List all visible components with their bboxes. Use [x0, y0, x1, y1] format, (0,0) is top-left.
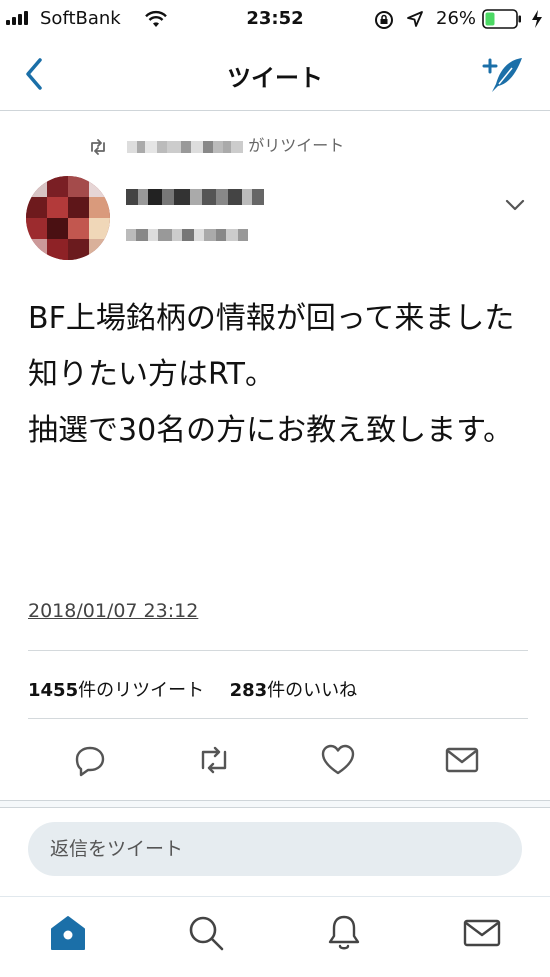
status-bar: SoftBank 23:52 26% [0, 0, 550, 40]
tweet-timestamp[interactable]: 2018/01/07 23:12 [28, 600, 198, 622]
retweet-banner-label: がリツイート [248, 136, 345, 155]
reply-icon [75, 746, 105, 777]
compose-feather-icon [482, 58, 522, 92]
retweets-count: 1455 [28, 680, 79, 701]
tweet-line: 抽選で30名の方にお教え致します。 [28, 413, 514, 448]
direct-message-button[interactable] [442, 740, 482, 780]
charging-bolt-icon [532, 10, 542, 28]
home-icon [51, 916, 85, 950]
tweet-text: BF上場銘柄の情報が回って来ました 知りたい方はRT。 抽選で30名の方にお教え… [28, 298, 522, 466]
chevron-down-icon [505, 199, 525, 211]
rotation-lock-icon [375, 11, 393, 29]
retweeted-by-banner: がリツイート [88, 132, 344, 156]
divider [28, 718, 528, 719]
retweets-label: 件のリツイート [78, 680, 205, 701]
divider [28, 650, 528, 651]
engagement-stats: 1455件のリツイート 283件のいいね [28, 676, 357, 702]
section-separator [0, 800, 550, 808]
search-icon [189, 916, 224, 951]
user-handle-pixelated [126, 224, 248, 243]
likes-count: 283 [229, 680, 268, 701]
battery-percent: 26% [436, 8, 477, 29]
retweet-button[interactable] [194, 740, 234, 780]
reply-button[interactable] [70, 740, 110, 780]
tab-search[interactable] [184, 911, 228, 955]
tweet-options-button[interactable] [502, 196, 528, 214]
envelope-icon [463, 919, 501, 947]
retweeter-name-pixelated [127, 136, 248, 155]
pixelated-avatar-image [26, 176, 110, 260]
page-title: ツイート [227, 64, 323, 92]
tweet-line: 知りたい方はRT。 [28, 357, 275, 392]
heart-icon [321, 744, 355, 775]
bell-icon [328, 915, 360, 950]
like-button[interactable] [318, 740, 358, 780]
location-icon [407, 11, 423, 27]
envelope-icon [445, 747, 479, 773]
compose-tweet-button[interactable] [478, 54, 526, 96]
tab-messages[interactable] [460, 911, 504, 955]
likes-label: 件のいいね [267, 680, 358, 701]
retweet-icon [91, 138, 105, 155]
tweet-line: BF上場銘柄の情報が回って来ました [28, 301, 515, 336]
tab-home[interactable] [46, 911, 90, 955]
user-display-name-pixelated[interactable] [126, 186, 264, 205]
retweet-icon [201, 746, 227, 774]
likes-stat[interactable]: 283件のいいね [230, 680, 358, 701]
navigation-bar: ツイート [0, 40, 550, 111]
tweet-action-bar [0, 740, 550, 790]
tab-notifications[interactable] [322, 911, 366, 955]
battery-icon [482, 9, 521, 29]
bottom-tab-bar [0, 896, 550, 977]
reply-input[interactable] [28, 822, 522, 876]
retweets-stat[interactable]: 1455件のリツイート [28, 680, 204, 701]
avatar[interactable] [26, 176, 110, 260]
